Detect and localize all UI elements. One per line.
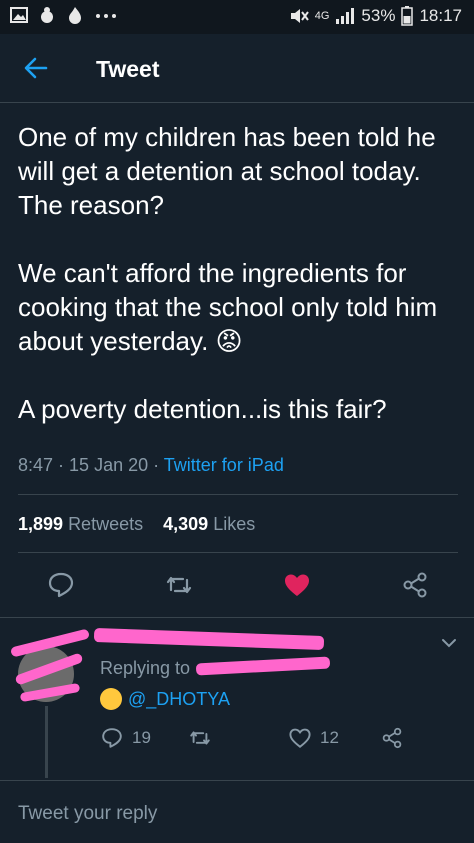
chevron-down-icon	[442, 639, 456, 648]
replying-to-label: Replying to	[100, 658, 191, 678]
heart-filled-icon	[285, 574, 309, 596]
retweet-icon	[190, 731, 210, 745]
likes-count: 4,309	[163, 514, 209, 534]
share-button[interactable]	[400, 570, 430, 600]
gallery-icon	[10, 6, 28, 24]
retweet-icon	[166, 576, 192, 594]
likes-stat[interactable]: 4,309 Likes	[163, 514, 255, 534]
like-count: 12	[320, 728, 339, 747]
signal-icon	[335, 7, 355, 25]
tweet-meta: 8:47 · 15 Jan 20 · Twitter for iPad	[18, 455, 284, 475]
more-notifications-icon	[94, 6, 116, 24]
tweet-time: 8:47	[18, 455, 54, 475]
emoji-icon	[100, 688, 122, 710]
battery-percent: 53%	[361, 6, 396, 25]
app-notification-icon	[38, 6, 56, 24]
likes-label: Likes	[213, 514, 256, 534]
reply-icon	[102, 728, 122, 748]
reply-input-placeholder[interactable]: Tweet your reply	[18, 803, 157, 825]
reply-composer[interactable]: Tweet your reply	[0, 780, 474, 843]
reply-count: 19	[132, 728, 151, 747]
tweet-date: 15 Jan 20	[69, 455, 149, 475]
retweets-count: 1,899	[18, 514, 64, 534]
tweet-source-link[interactable]: Twitter for iPad	[164, 455, 284, 475]
reply-icon	[48, 572, 74, 598]
notification-icons	[10, 6, 116, 24]
reply-retweet-button[interactable]	[188, 726, 212, 750]
reply-share-button[interactable]	[380, 726, 404, 750]
share-icon	[403, 572, 427, 598]
like-button[interactable]	[282, 570, 312, 600]
redaction-scribble	[195, 656, 331, 676]
reply-reply-button[interactable]: 19	[100, 726, 151, 750]
page-title: Tweet	[96, 56, 160, 82]
thread-line	[45, 706, 48, 778]
divider	[18, 494, 458, 495]
status-bar: 4G 53% 18:17	[0, 0, 474, 34]
reply-actions: 19 12	[100, 726, 440, 754]
back-arrow-icon	[24, 57, 48, 79]
system-status: 4G 53% 18:17	[289, 6, 462, 26]
retweet-button[interactable]	[164, 570, 194, 600]
flame-icon	[66, 6, 84, 24]
mention-handle: @_DHOTYA	[128, 688, 230, 709]
divider	[18, 552, 458, 553]
retweets-stat[interactable]: 1,899 Retweets	[18, 514, 143, 534]
reply-tweet[interactable]: Replying to @_DHOTYA 19 12	[0, 617, 474, 778]
tweet-text: One of my children has been told he will…	[18, 122, 438, 424]
reply-like-button[interactable]: 12	[288, 726, 339, 750]
clock: 18:17	[419, 6, 462, 25]
reply-mention[interactable]: @_DHOTYA	[100, 688, 230, 710]
app-header: Tweet	[0, 34, 474, 103]
tweet-menu-button[interactable]	[440, 634, 458, 652]
mute-icon	[289, 7, 309, 25]
engagement-counts: 1,899 Retweets 4,309 Likes	[18, 514, 255, 535]
redaction-scribble	[93, 627, 325, 651]
back-button[interactable]	[22, 54, 50, 82]
share-icon	[382, 727, 402, 749]
reply-button[interactable]	[46, 570, 76, 600]
tweet-actions	[0, 566, 474, 606]
retweets-label: Retweets	[68, 514, 144, 534]
battery-icon	[401, 6, 414, 26]
heart-icon	[289, 728, 311, 749]
network-type: 4G	[314, 10, 330, 22]
